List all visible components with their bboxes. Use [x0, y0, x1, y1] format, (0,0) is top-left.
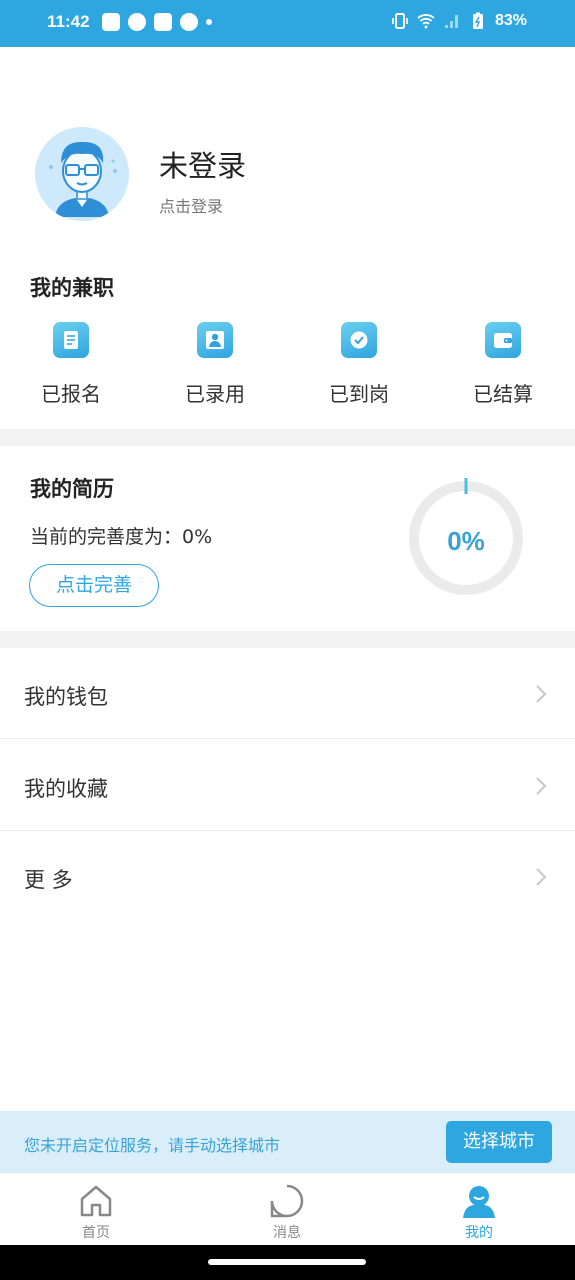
person-badge-icon: [197, 322, 233, 358]
tab-label: 首页: [82, 1225, 110, 1241]
job-status-onboard[interactable]: 已到岗: [299, 322, 419, 407]
document-icon: [53, 322, 89, 358]
status-bar: 11:42 83%: [0, 0, 575, 47]
menu-item-favorites[interactable]: 我的收藏: [0, 740, 575, 831]
user-icon: [463, 1186, 495, 1218]
job-status-registered[interactable]: 已报名: [11, 322, 131, 407]
part-time-title: 我的兼职: [30, 276, 114, 300]
home-gesture-handle[interactable]: [208, 1259, 366, 1265]
chevron-right-icon: [536, 685, 547, 703]
tab-mine[interactable]: 我的: [429, 1173, 529, 1245]
menu-item-label: 我的钱包: [24, 685, 108, 709]
section-divider: [0, 429, 575, 446]
bag-icon: [102, 13, 120, 31]
menu-item-more[interactable]: 更 多: [0, 831, 575, 922]
select-city-button[interactable]: 选择城市: [446, 1121, 552, 1163]
bag-icon: [154, 13, 172, 31]
menu-item-wallet[interactable]: 我的钱包: [0, 648, 575, 739]
profile-name: 未登录: [159, 149, 247, 183]
avatar[interactable]: [35, 127, 129, 221]
tab-label: 我的: [465, 1225, 493, 1241]
job-status-label: 已报名: [41, 382, 101, 406]
tab-home[interactable]: 首页: [46, 1173, 146, 1245]
check-circle-icon: [180, 13, 198, 31]
section-divider: [0, 631, 575, 648]
job-status-settled[interactable]: 已结算: [443, 322, 563, 407]
menu-item-label: 更 多: [24, 868, 73, 892]
complete-resume-button[interactable]: 点击完善: [29, 564, 159, 607]
bottom-tab-bar: 首页 消息 我的: [0, 1173, 575, 1245]
check-icon: [341, 322, 377, 358]
chevron-right-icon: [536, 777, 547, 795]
vibrate-icon: [392, 13, 408, 29]
battery-percent: 83%: [494, 12, 527, 29]
wifi-icon: [417, 14, 435, 29]
battery-charging-icon: [472, 12, 483, 29]
message-icon: [270, 1184, 304, 1218]
profile-header[interactable]: 未登录 点击登录: [35, 127, 545, 223]
dot-icon: [206, 19, 212, 25]
job-status-label: 已结算: [473, 382, 533, 406]
part-time-status-row: 已报名 已录用 已到岗 已结算: [0, 322, 575, 412]
status-time: 11:42: [47, 12, 90, 31]
login-link[interactable]: 点击登录: [159, 193, 223, 217]
signal-icon: [444, 15, 458, 28]
system-status: 83%: [391, 12, 527, 30]
menu-item-label: 我的收藏: [24, 777, 108, 801]
job-status-hired[interactable]: 已录用: [155, 322, 275, 407]
notification-icons: [102, 13, 212, 31]
tab-messages[interactable]: 消息: [237, 1173, 337, 1245]
avatar-illustration-icon: [35, 127, 129, 221]
system-navigation-bar: [0, 1245, 575, 1280]
resume-title: 我的简历: [30, 477, 114, 501]
home-icon: [80, 1185, 112, 1217]
chevron-right-icon: [536, 868, 547, 886]
tab-label: 消息: [273, 1225, 301, 1241]
speedometer-icon: [128, 13, 146, 31]
job-status-label: 已到岗: [329, 382, 389, 406]
location-banner: 您未开启定位服务，请手动选择城市 选择城市: [0, 1111, 575, 1173]
resume-progress-label: 0%: [447, 526, 485, 556]
resume-completion-text: 当前的完善度为：0%: [30, 526, 213, 548]
wallet-icon: [485, 322, 521, 358]
location-banner-text: 您未开启定位服务，请手动选择城市: [24, 1136, 281, 1155]
job-status-label: 已录用: [185, 382, 245, 406]
